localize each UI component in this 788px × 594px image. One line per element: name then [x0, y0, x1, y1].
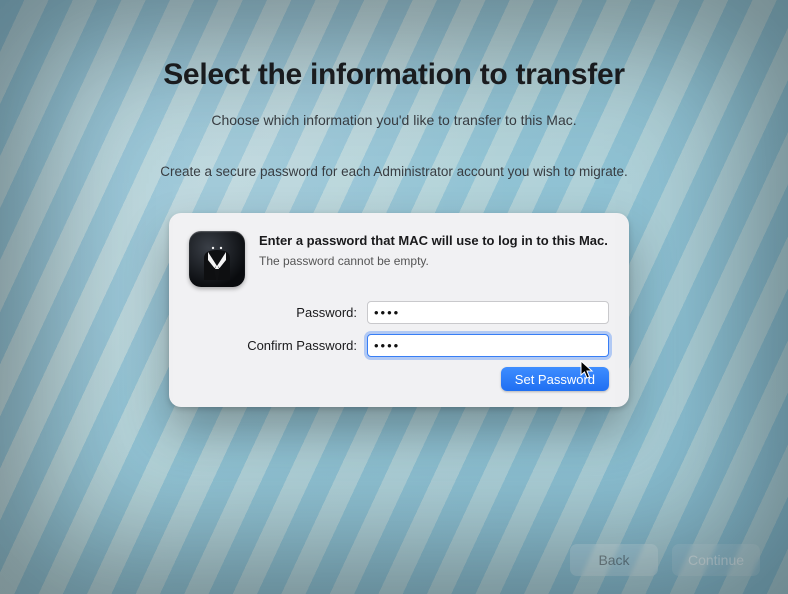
- footer-buttons: Back Continue: [570, 544, 760, 576]
- set-password-dialog: Enter a password that MAC will use to lo…: [169, 213, 629, 407]
- setup-assistant-icon: [189, 231, 245, 287]
- back-button[interactable]: Back: [570, 544, 658, 576]
- continue-button[interactable]: Continue: [672, 544, 760, 576]
- password-label: Password:: [189, 305, 367, 320]
- password-form: Password: Confirm Password: Set Password: [189, 301, 609, 391]
- dialog-subtext: The password cannot be empty.: [259, 254, 608, 268]
- dialog-heading: Enter a password that MAC will use to lo…: [259, 233, 608, 248]
- password-field[interactable]: [367, 301, 609, 324]
- confirm-password-field[interactable]: [367, 334, 609, 357]
- set-password-button[interactable]: Set Password: [501, 367, 609, 391]
- confirm-password-label: Confirm Password:: [189, 338, 367, 353]
